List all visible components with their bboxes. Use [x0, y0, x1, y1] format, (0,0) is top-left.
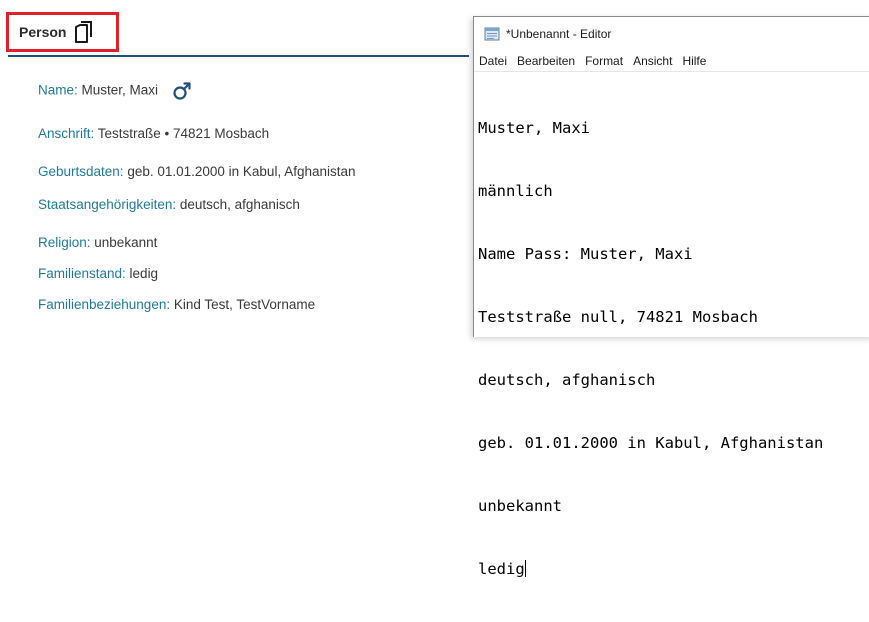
- text-line: deutsch, afghanisch: [478, 371, 656, 389]
- person-card-title: Person: [19, 24, 67, 40]
- text-line: Muster, Maxi: [478, 119, 590, 137]
- header-divider: [8, 55, 469, 57]
- notepad-text-area[interactable]: Muster, Maxi männlich Name Pass: Muster,…: [478, 76, 869, 578]
- field-family-label: Familienbeziehungen:: [38, 297, 171, 312]
- field-religion-label: Religion:: [38, 235, 91, 250]
- menu-ansicht[interactable]: Ansicht: [633, 54, 672, 68]
- menu-format[interactable]: Format: [585, 54, 623, 68]
- field-marital-value[interactable]: ledig: [126, 266, 159, 281]
- text-line-last: ledig: [478, 559, 869, 580]
- text-line: unbekannt: [478, 497, 562, 515]
- field-religion: Religion: unbekannt: [38, 235, 157, 250]
- notepad-title: *Unbenannt - Editor: [506, 27, 612, 41]
- notepad-icon: [484, 27, 500, 41]
- field-marital-label: Familienstand:: [38, 266, 126, 281]
- field-birth-value[interactable]: geb. 01.01.2000 in Kabul, Afghanistan: [124, 164, 355, 179]
- copy-icon[interactable]: [74, 21, 94, 43]
- text-line: geb. 01.01.2000 in Kabul, Afghanistan: [478, 434, 824, 452]
- field-nationality-label: Staatsangehörigkeiten:: [38, 197, 177, 212]
- person-card-header: Person: [6, 12, 119, 52]
- menu-hilfe[interactable]: Hilfe: [682, 54, 706, 68]
- menu-bearbeiten[interactable]: Bearbeiten: [517, 54, 575, 68]
- field-name-label: Name:: [38, 82, 78, 98]
- field-birth-label: Geburtsdaten:: [38, 164, 124, 179]
- menu-datei[interactable]: Datei: [479, 54, 507, 68]
- text-line: Teststraße null, 74821 Mosbach: [478, 308, 758, 326]
- field-address-label: Anschrift:: [38, 126, 95, 141]
- field-address-value[interactable]: Teststraße • 74821 Mosbach: [94, 126, 269, 141]
- field-marital: Familienstand: ledig: [38, 266, 158, 281]
- text-line: ledig: [478, 560, 525, 578]
- field-family-value[interactable]: Kind Test, TestVorname: [170, 297, 315, 312]
- notepad-window: *Unbenannt - Editor Datei Bearbeiten For…: [473, 16, 869, 578]
- field-birth: Geburtsdaten: geb. 01.01.2000 in Kabul, …: [38, 164, 356, 179]
- text-line: männlich: [478, 182, 553, 200]
- field-name-value[interactable]: Muster, Maxi: [78, 83, 159, 98]
- field-address: Anschrift: Teststraße • 74821 Mosbach: [38, 126, 269, 141]
- text-caret: [524, 560, 526, 577]
- field-family: Familienbeziehungen: Kind Test, TestVorn…: [38, 297, 315, 312]
- field-religion-value[interactable]: unbekannt: [91, 235, 157, 250]
- text-line: Name Pass: Muster, Maxi: [478, 245, 693, 263]
- field-name: Name: Muster, Maxi: [38, 81, 192, 101]
- field-nationality: Staatsangehörigkeiten: deutsch, afghanis…: [38, 197, 300, 212]
- field-nationality-value[interactable]: deutsch, afghanisch: [176, 197, 300, 212]
- person-card: Person Name: Muster, Maxi Anschrift: Tes…: [0, 0, 469, 332]
- male-icon: [172, 81, 192, 101]
- notepad-titlebar[interactable]: *Unbenannt - Editor: [474, 17, 869, 51]
- notepad-menubar: Datei Bearbeiten Format Ansicht Hilfe: [474, 51, 869, 72]
